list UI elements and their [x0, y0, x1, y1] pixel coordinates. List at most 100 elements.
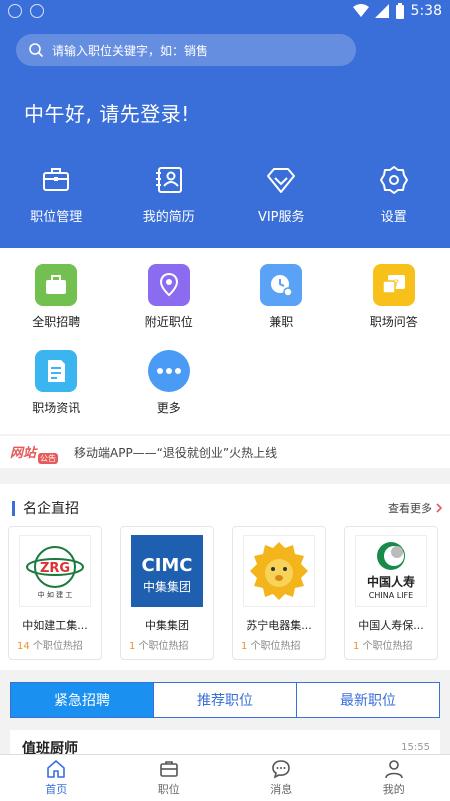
job-count: 1 个职位热招: [241, 637, 301, 652]
category-fulltime[interactable]: 全职招聘: [0, 264, 113, 330]
quick-settings[interactable]: 设置: [338, 164, 450, 225]
nav-label: 首页: [45, 781, 67, 797]
category-label: 兼职: [269, 313, 293, 330]
job-count-number: 1: [241, 641, 247, 652]
parttime-clock-icon: [260, 264, 302, 306]
section-accent-bar: [12, 501, 15, 516]
category-nearby[interactable]: 附近职位: [113, 264, 226, 330]
category-grid: 全职招聘 附近职位 兼职 ? 职场问答 职场资讯 更多: [0, 248, 450, 434]
company-card[interactable]: CIMC中集集团 中集集团 1 个职位热招: [120, 526, 214, 660]
zrg-logo-text: ZRG: [40, 561, 70, 576]
company-card[interactable]: ZRG 中 如 建 工 中如建工集... 14 个职位热招: [8, 526, 102, 660]
category-label: 附近职位: [145, 313, 193, 330]
see-more-link[interactable]: 查看更多: [388, 500, 442, 516]
bottom-nav: 首页 职位 消息 我的: [0, 754, 450, 801]
search-input[interactable]: 请输入职位关键字，如：销售: [16, 34, 356, 66]
china-life-logo-subtext: CHINA LIFE: [369, 591, 413, 600]
battery-icon: [395, 3, 405, 19]
zrg-logo-subtext: 中 如 建 工: [38, 590, 73, 599]
resume-icon: [153, 164, 185, 196]
nav-home[interactable]: 首页: [0, 755, 113, 801]
section-title: 名企直招: [12, 498, 79, 518]
vip-diamond-icon: [265, 164, 297, 196]
job-count-suffix: 个职位热招: [139, 641, 189, 652]
greeting-login-prompt[interactable]: 中午好, 请先登录!: [24, 98, 190, 127]
job-count: 14 个职位热招: [17, 637, 83, 652]
company-card[interactable]: 苏宁电器集... 1 个职位热招: [232, 526, 326, 660]
see-more-text: 查看更多: [388, 500, 432, 516]
company-name: 中如建工集...: [9, 617, 101, 633]
company-name: 苏宁电器集...: [233, 617, 325, 633]
category-more[interactable]: 更多: [113, 350, 226, 416]
job-count-number: 1: [353, 641, 359, 652]
category-label: 全职招聘: [32, 313, 80, 330]
quick-label: VIP服务: [258, 206, 305, 225]
chevron-right-icon: [436, 503, 442, 513]
company-cards: ZRG 中 如 建 工 中如建工集... 14 个职位热招 CIMC中集集团 中集…: [8, 526, 438, 660]
quick-label: 设置: [381, 206, 407, 225]
china-life-logo-text: 中国人寿: [367, 574, 415, 589]
job-time: 15:55: [401, 742, 430, 753]
more-dots-icon: [148, 350, 190, 392]
zrg-logo: ZRG 中 如 建 工: [19, 535, 91, 607]
location-icon: [148, 264, 190, 306]
qa-icon: ?: [373, 264, 415, 306]
nav-label: 职位: [158, 781, 180, 797]
company-name: 中集集团: [121, 617, 213, 633]
category-news[interactable]: 职场资讯: [0, 350, 113, 416]
svg-text:?: ?: [394, 279, 399, 289]
tab-urgent[interactable]: 紧急招聘: [11, 683, 154, 717]
gear-icon: [378, 164, 410, 196]
category-parttime[interactable]: 兼职: [225, 264, 338, 330]
signal-icon: [375, 4, 389, 18]
quick-my-resume[interactable]: 我的简历: [113, 164, 226, 225]
china-life-logo: 中国人寿 CHINA LIFE: [355, 535, 427, 607]
category-label: 职场问答: [370, 313, 418, 330]
search-placeholder: 请输入职位关键字，如：销售: [52, 42, 208, 59]
job-count-suffix: 个职位热招: [363, 641, 413, 652]
cimc-logo-subtext: 中集集团: [143, 579, 191, 594]
news-icon: [35, 350, 77, 392]
announcement-bar[interactable]: 网站 公告 移动端APP——“退役就创业”火热上线: [0, 436, 450, 468]
fulltime-icon: [35, 264, 77, 306]
message-icon: [271, 759, 291, 779]
notification-icon: [30, 4, 44, 18]
nav-me[interactable]: 我的: [338, 755, 450, 801]
briefcase-icon: [40, 164, 72, 196]
tab-latest[interactable]: 最新职位: [297, 683, 439, 717]
nav-messages[interactable]: 消息: [225, 755, 338, 801]
status-icons: 5:38: [353, 3, 442, 19]
briefcase-icon: [159, 759, 179, 779]
suning-lion-logo: [243, 535, 315, 607]
company-card[interactable]: 中国人寿 CHINA LIFE 中国人寿保... 1 个职位热招: [344, 526, 438, 660]
category-label: 职场资讯: [32, 399, 80, 416]
announcement-badge-sub: 公告: [38, 453, 58, 464]
job-count-suffix: 个职位热招: [251, 641, 301, 652]
job-count-number: 14: [17, 641, 30, 652]
announcement-badge: 网站 公告: [10, 442, 60, 462]
quick-job-management[interactable]: 职位管理: [0, 164, 113, 225]
company-name: 中国人寿保...: [345, 617, 437, 633]
featured-companies: 名企直招 查看更多 ZRG 中 如 建 工 中如建工集... 14 个职位热招 C…: [0, 484, 450, 670]
tab-recommended[interactable]: 推荐职位: [154, 683, 297, 717]
category-qa[interactable]: ? 职场问答: [338, 264, 450, 330]
quick-label: 职位管理: [30, 206, 82, 225]
job-list-item[interactable]: 值班厨师 15:55: [10, 730, 440, 754]
nav-jobs[interactable]: 职位: [113, 755, 226, 801]
user-icon: [384, 759, 404, 779]
search-icon: [28, 42, 44, 58]
job-count: 1 个职位热招: [353, 637, 413, 652]
clock: 5:38: [411, 3, 442, 19]
quick-vip-service[interactable]: VIP服务: [225, 164, 338, 225]
notification-icons: [8, 4, 44, 18]
nav-label: 消息: [270, 781, 292, 797]
category-label: 更多: [157, 399, 181, 416]
home-icon: [46, 759, 66, 779]
job-count-number: 1: [129, 641, 135, 652]
job-count: 1 个职位热招: [129, 637, 189, 652]
header: 请输入职位关键字，如：销售 中午好, 请先登录! 职位管理 我的简历 VIP服务…: [0, 24, 450, 248]
notification-icon: [8, 4, 22, 18]
job-tabs: 紧急招聘 推荐职位 最新职位: [10, 682, 440, 718]
nav-label: 我的: [383, 781, 405, 797]
announcement-text: 移动端APP——“退役就创业”火热上线: [74, 444, 277, 461]
